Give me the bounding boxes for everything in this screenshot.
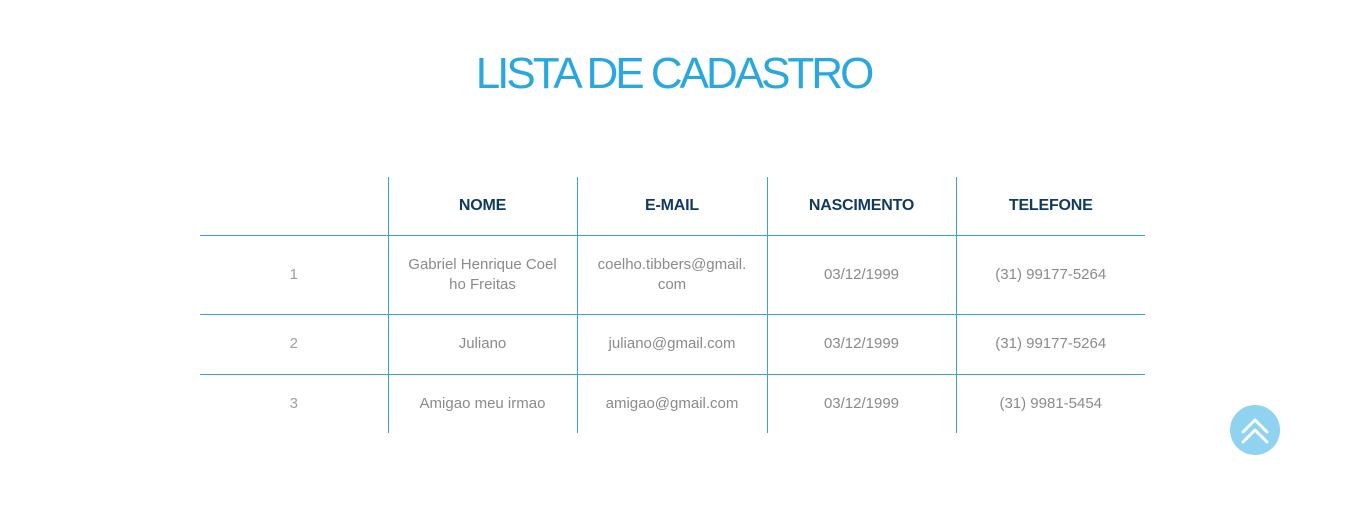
cell-nascimento: 03/12/1999 (766, 235, 956, 315)
cell-email: juliano@gmail.com (576, 314, 767, 375)
page-title: LISTA DE CADASTRO (475, 49, 875, 98)
cell-email: coelho.tibbers@gmail.com (576, 235, 767, 315)
header-nascimento: NASCIMENTO (766, 177, 956, 236)
header-email: E-MAIL (576, 177, 767, 236)
header-telefone: TELEFONE (955, 177, 1145, 236)
cell-index: 1 (200, 235, 388, 315)
table-row: 2 Juliano juliano@gmail.com 03/12/1999 (… (200, 314, 1145, 375)
double-chevron-up-icon (1241, 418, 1269, 444)
header-nome: NOME (387, 177, 577, 236)
cell-nascimento: 03/12/1999 (766, 314, 956, 375)
cell-telefone: (31) 9981-5454 (955, 374, 1145, 433)
scroll-to-top-button[interactable] (1230, 405, 1280, 455)
table-header-row: NOME E-MAIL NASCIMENTO TELEFONE (200, 177, 1145, 236)
registration-table: NOME E-MAIL NASCIMENTO TELEFONE 1 Gabrie… (200, 177, 1145, 433)
cell-index: 2 (200, 314, 388, 375)
cell-nome: Juliano (387, 314, 577, 375)
table-row: 1 Gabriel Henrique Coelho Freitas coelho… (200, 235, 1145, 315)
header-index (200, 177, 388, 236)
page: LISTA DE CADASTRO NOME E-MAIL NASCIMENTO… (0, 0, 1347, 528)
cell-email: amigao@gmail.com (576, 374, 767, 433)
cell-nome: Amigao meu irmao (387, 374, 577, 433)
cell-nome: Gabriel Henrique Coelho Freitas (387, 235, 577, 315)
cell-nascimento: 03/12/1999 (766, 374, 956, 433)
cell-telefone: (31) 99177-5264 (955, 314, 1145, 375)
cell-telefone: (31) 99177-5264 (955, 235, 1145, 315)
table-row: 3 Amigao meu irmao amigao@gmail.com 03/1… (200, 374, 1145, 433)
cell-index: 3 (289, 394, 298, 412)
